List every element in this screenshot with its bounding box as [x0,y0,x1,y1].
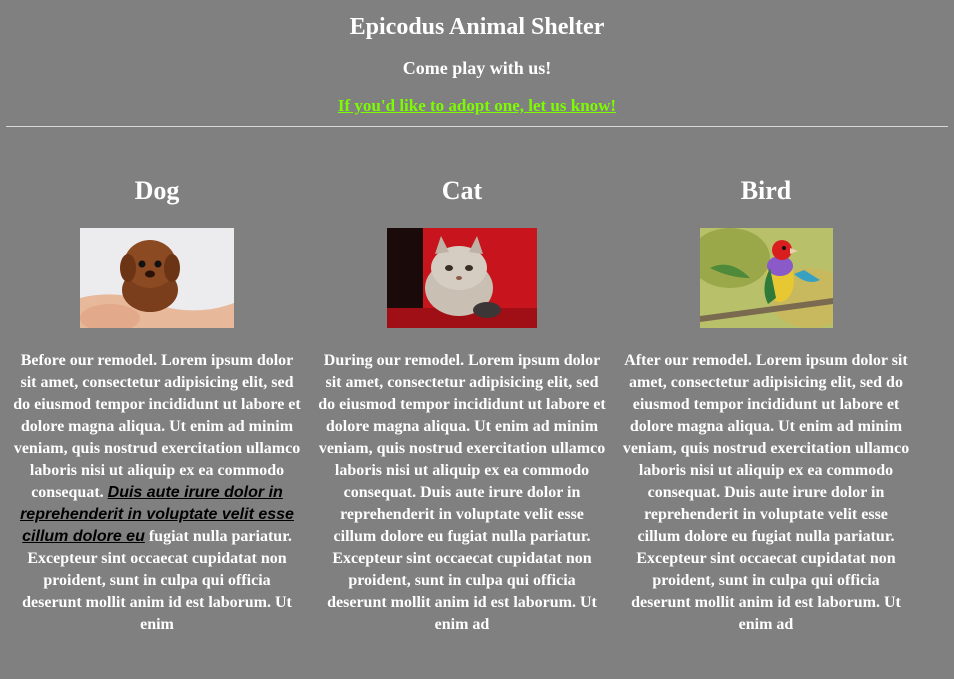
animal-column-cat: Cat During our remodel. Lorem ipsum dolo… [317,170,607,636]
animal-description: During our remodel. Lorem ipsum dolor si… [318,352,606,633]
puppy-photo [80,228,234,328]
adopt-link[interactable]: If you'd like to adopt one, let us know! [338,96,616,115]
adopt-link-wrapper: If you'd like to adopt one, let us know! [0,96,954,116]
animal-name: Dog [134,176,180,205]
animal-column-bird: Bird After our remodel. Lorem ipsum dolo… [621,170,911,636]
animal-name: Cat [441,176,483,205]
site-title: Epicodus Animal Shelter [349,14,605,40]
tagline: Come play with us! [402,58,552,78]
finch-photo [699,228,833,328]
animal-description: After our remodel. Lorem ipsum dolor sit… [622,352,910,633]
animal-name: Bird [740,176,792,205]
kitten-photo [387,228,537,328]
animal-column-dog: Dog Before our remodel. Lorem ipsum dolo… [12,170,302,636]
header-divider [6,126,948,127]
animal-description: Before our remodel. Lorem ipsum dolor si… [13,352,301,633]
